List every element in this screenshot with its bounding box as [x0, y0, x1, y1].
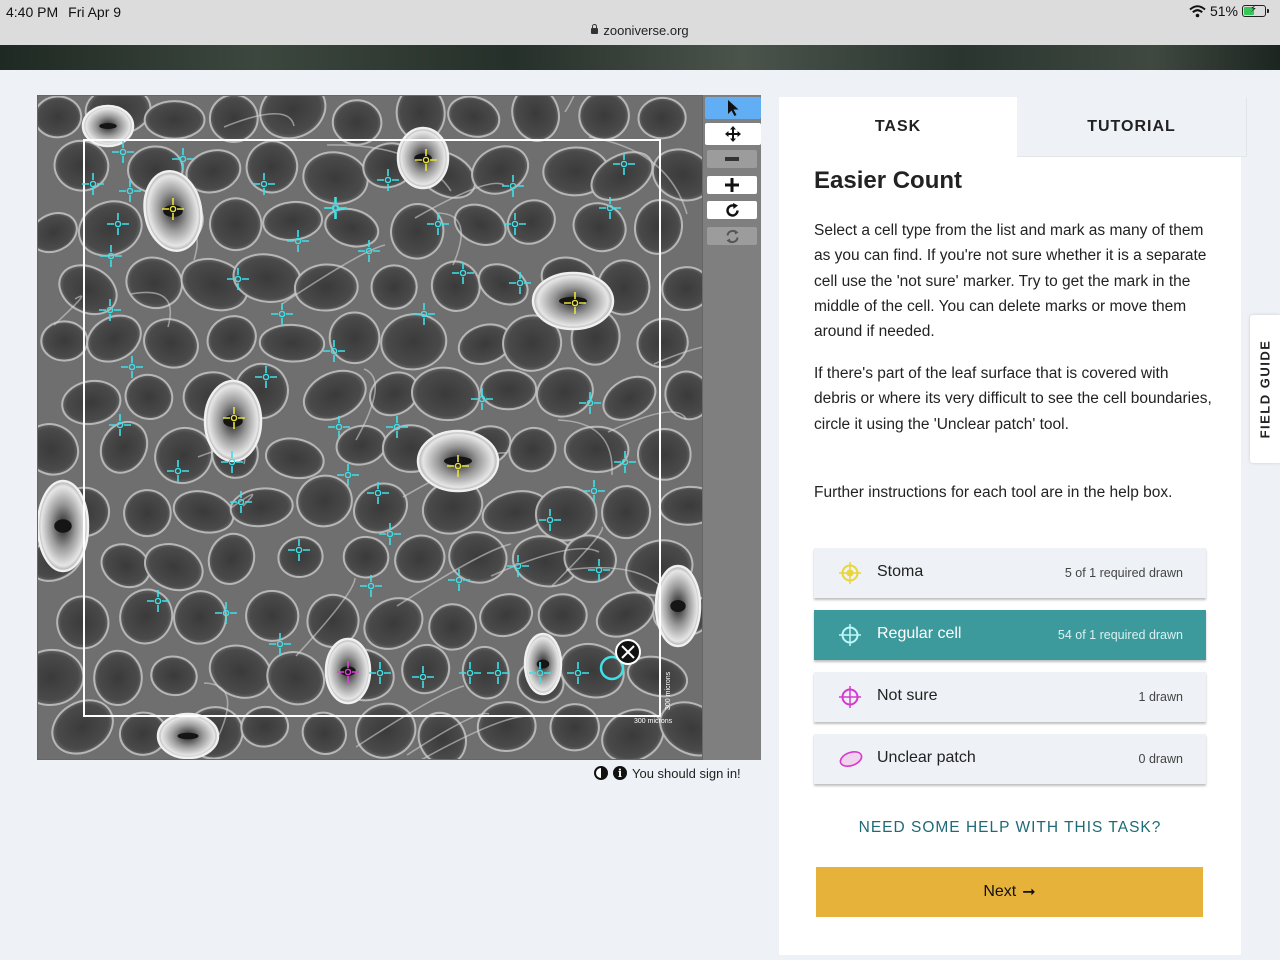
stoma-pore	[177, 732, 199, 740]
tool-option-label: Stoma	[877, 563, 924, 580]
tool-option-unclear-patch[interactable]: Unclear patch 0 drawn	[814, 734, 1206, 784]
reset-view-button[interactable]	[707, 227, 757, 245]
site-header-banner	[0, 45, 1280, 70]
leaf-cell	[480, 369, 538, 411]
field-guide-tab[interactable]: FIELD GUIDE	[1250, 315, 1280, 463]
leaf-cell	[208, 96, 259, 144]
url-text: zooniverse.org	[603, 23, 689, 38]
next-button[interactable]: Next ➞	[816, 867, 1203, 917]
not-sure-marker-icon	[839, 686, 861, 708]
leaf-cell	[328, 311, 381, 365]
next-button-label: Next	[983, 883, 1017, 900]
status-indicators: 51% ⚡	[1189, 3, 1269, 19]
move-tool-button[interactable]	[705, 123, 761, 145]
move-icon	[725, 126, 741, 142]
tool-option-count: 0 drawn	[1138, 752, 1183, 766]
field-guide-label: FIELD GUIDE	[1257, 339, 1273, 439]
tool-option-count: 1 drawn	[1138, 690, 1183, 704]
stoma-pore	[54, 519, 72, 533]
battery-icon: ⚡	[1242, 4, 1269, 17]
tool-option-count: 5 of 1 required drawn	[1064, 566, 1183, 580]
leaf-cell	[143, 100, 206, 140]
battery-percent: 51%	[1209, 3, 1238, 19]
rotate-icon	[725, 202, 739, 217]
status-day: Fri Apr 9	[68, 4, 122, 20]
invert-colors-icon[interactable]	[594, 766, 608, 780]
task-help-link[interactable]: NEED SOME HELP WITH THIS TASK?	[779, 819, 1241, 837]
task-instructions-1: Select a cell type from the list and mar…	[814, 222, 1207, 341]
info-icon[interactable]: i	[613, 766, 627, 780]
charging-bolt-icon: ⚡	[1250, 4, 1258, 15]
task-instructions-3: Further instructions for each tool are i…	[814, 484, 1173, 501]
zoom-out-icon	[725, 157, 739, 161]
tab-task[interactable]: TASK	[779, 97, 1017, 157]
annotate-tool-button[interactable]	[705, 97, 761, 119]
clock: 4:40 PM Fri Apr 9	[6, 4, 121, 20]
lock-icon	[591, 24, 599, 34]
pointer-icon	[728, 100, 739, 116]
tool-option-label: Not sure	[877, 687, 938, 704]
unclear-patch-ellipse-icon	[839, 751, 863, 767]
viewer-toolbar	[703, 95, 761, 760]
tab-tutorial[interactable]: TUTORIAL	[1017, 97, 1247, 157]
subject-canvas[interactable]: 300 microns 300 microns	[38, 96, 703, 760]
signin-notice: You should sign in!	[632, 765, 741, 781]
leaf-cell	[637, 427, 692, 481]
subject-image-viewer[interactable]: 300 microns 300 microns	[37, 95, 703, 760]
task-panel: TASK TUTORIAL Easier Count Select a cell…	[779, 97, 1247, 955]
address-bar[interactable]: zooniverse.org	[0, 23, 1280, 38]
scale-label-vertical: 300 microns	[665, 671, 672, 710]
stoma-pore	[670, 600, 686, 612]
leaf-cell	[563, 425, 630, 474]
viewer-footer: i You should sign in!	[594, 764, 741, 782]
tool-option-count: 54 of 1 required drawn	[1057, 628, 1183, 642]
task-title: Easier Count	[814, 167, 963, 194]
leaf-cell	[537, 593, 588, 637]
zoom-in-icon	[725, 178, 739, 192]
task-instructions-2: If there's part of the leaf surface that…	[814, 365, 1212, 433]
zoom-in-button[interactable]	[707, 176, 757, 194]
leaf-cell	[370, 264, 418, 310]
stoma-pore	[99, 123, 117, 129]
tool-option-stoma[interactable]: Stoma 5 of 1 required drawn	[814, 548, 1206, 598]
zoom-out-button[interactable]	[707, 150, 757, 168]
arrow-right-icon: ➞	[1022, 884, 1036, 901]
tool-option-label: Regular cell	[877, 625, 962, 642]
tool-option-not-sure[interactable]: Not sure 1 drawn	[814, 672, 1206, 722]
wifi-icon	[1189, 4, 1206, 17]
regular-cell-marker-icon	[839, 624, 861, 646]
tool-option-regular-cell[interactable]: Regular cell 54 of 1 required drawn	[814, 610, 1206, 660]
status-time: 4:40 PM	[6, 4, 59, 20]
reset-icon	[726, 229, 738, 243]
stoma-pore	[536, 659, 550, 669]
leaf-cell	[40, 320, 89, 362]
stoma-marker-icon	[839, 562, 861, 584]
ios-status-bar: 4:40 PM Fri Apr 9 zooniverse.org 51% ⚡	[0, 0, 1280, 45]
scale-label: 300 microns	[634, 718, 673, 725]
tool-option-label: Unclear patch	[877, 749, 976, 766]
leaf-cell	[93, 649, 143, 706]
rotate-button[interactable]	[707, 201, 757, 219]
